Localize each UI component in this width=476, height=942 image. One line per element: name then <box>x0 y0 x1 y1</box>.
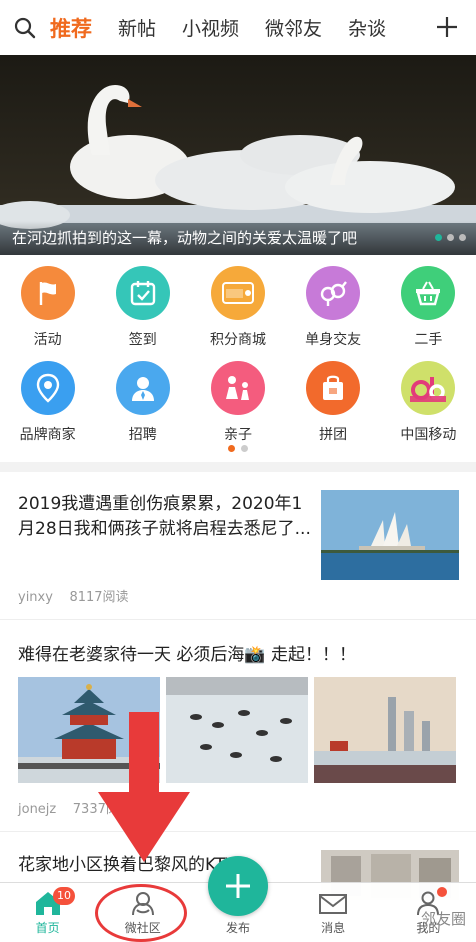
grid-item-parenting[interactable]: 亲子 <box>190 357 285 452</box>
family-icon <box>210 361 265 415</box>
tab-chat[interactable]: 杂谈 <box>348 14 386 41</box>
post-author: jonejz <box>18 802 57 817</box>
grid-label: 招聘 <box>128 427 157 443</box>
points-card-icon <box>210 266 265 320</box>
banner-pagination <box>435 234 466 241</box>
tab-neighbor-friends[interactable]: 微邻友 <box>265 14 322 41</box>
person-tie-icon <box>115 361 170 415</box>
shopping-bag-icon <box>306 361 361 415</box>
add-channel-button[interactable] <box>432 12 462 42</box>
grid-label: 签到 <box>128 332 157 348</box>
envelope-icon <box>319 894 348 914</box>
banner-dot <box>459 234 466 241</box>
publish-button[interactable] <box>208 856 268 916</box>
tab-messages[interactable]: 消息 <box>286 883 381 942</box>
grid-item-brand-merchants[interactable]: 品牌商家 <box>0 357 95 452</box>
grid-item-recruitment[interactable]: 招聘 <box>95 357 190 452</box>
home-badge: 10 <box>53 887 75 905</box>
grid-item-china-mobile[interactable]: 中国移动 <box>381 357 476 452</box>
post-image <box>314 677 456 783</box>
grid-label: 单身交友 <box>305 332 362 348</box>
banner-dot <box>447 234 454 241</box>
search-button[interactable] <box>0 0 50 55</box>
grid-label: 拼团 <box>319 427 348 443</box>
post-thumbnail <box>321 490 459 580</box>
grid-page-dot <box>241 445 248 452</box>
grid-label: 亲子 <box>223 427 252 443</box>
grid-pagination <box>0 445 476 452</box>
flag-icon <box>20 266 75 320</box>
tab-label: 首页 <box>35 921 60 935</box>
gender-symbol-icon <box>306 266 361 320</box>
post-reads: 8117阅读 <box>69 590 129 605</box>
post-title: 难得在老婆家待一天 必须后海📸 走起！！！ <box>18 645 356 665</box>
post-image-row <box>18 677 456 783</box>
annotation-ring <box>95 884 187 942</box>
section-divider <box>0 462 476 472</box>
tab-label: 发布 <box>225 921 250 935</box>
tab-bar: 推荐 新帖 小视频 微邻友 杂谈 <box>50 13 476 43</box>
post-title: 2019我遭遇重创伤痕累累，2020年1月28日我和俩孩子就将启程去悉尼了... <box>18 494 311 539</box>
grid-item-group-buy[interactable]: 拼团 <box>286 357 381 452</box>
grid-item-activity[interactable]: 活动 <box>0 262 95 357</box>
grid-item-secondhand[interactable]: 二手 <box>381 262 476 357</box>
grid-item-checkin[interactable]: 签到 <box>95 262 190 357</box>
grid-label: 中国移动 <box>400 427 457 443</box>
watermark: 邻友圈 <box>420 910 466 928</box>
post-author: yinxy <box>18 590 53 605</box>
basket-icon <box>401 266 456 320</box>
plus-icon <box>226 874 250 898</box>
feature-grid: 活动 签到 积分商城 单身交友 二手 品牌商家 招聘 亲子 拼团 中国移动 <box>0 262 476 452</box>
grid-label: 活动 <box>33 332 62 348</box>
feed-item[interactable]: 2019我遭遇重创伤痕累累，2020年1月28日我和俩孩子就将启程去悉尼了...… <box>0 472 476 620</box>
plus-icon <box>437 17 457 37</box>
feed-item[interactable]: 难得在老婆家待一天 必须后海📸 走起！！！ jonejz 7337阅读 <box>0 622 476 832</box>
banner-dot <box>435 234 442 241</box>
tab-short-video[interactable]: 小视频 <box>182 14 239 41</box>
annotation-arrow <box>98 712 190 862</box>
grid-label: 品牌商家 <box>19 427 76 443</box>
grid-label: 积分商城 <box>209 332 266 348</box>
notification-dot <box>436 887 447 897</box>
location-pin-icon <box>20 361 75 415</box>
banner-caption: 在河边抓拍到的这一幕，动物之间的关爱太温暖了吧 <box>0 221 476 255</box>
top-nav: 推荐 新帖 小视频 微邻友 杂谈 <box>0 0 476 55</box>
grid-page-dot <box>228 445 235 452</box>
tab-recommend[interactable]: 推荐 <box>50 13 92 43</box>
grid-item-singles[interactable]: 单身交友 <box>286 262 381 357</box>
tab-home[interactable]: 10 首页 <box>0 883 95 942</box>
tab-label: 消息 <box>321 921 346 935</box>
post-meta: yinxy 8117阅读 <box>18 586 129 605</box>
calendar-check-icon <box>115 266 170 320</box>
tab-new-posts[interactable]: 新帖 <box>118 14 156 41</box>
search-icon <box>14 17 36 38</box>
grid-item-points-mall[interactable]: 积分商城 <box>190 262 285 357</box>
banner-carousel[interactable]: 在河边抓拍到的这一幕，动物之间的关爱太温暖了吧 <box>0 55 476 255</box>
china-mobile-logo-icon <box>401 361 456 415</box>
grid-label: 二手 <box>414 332 443 348</box>
